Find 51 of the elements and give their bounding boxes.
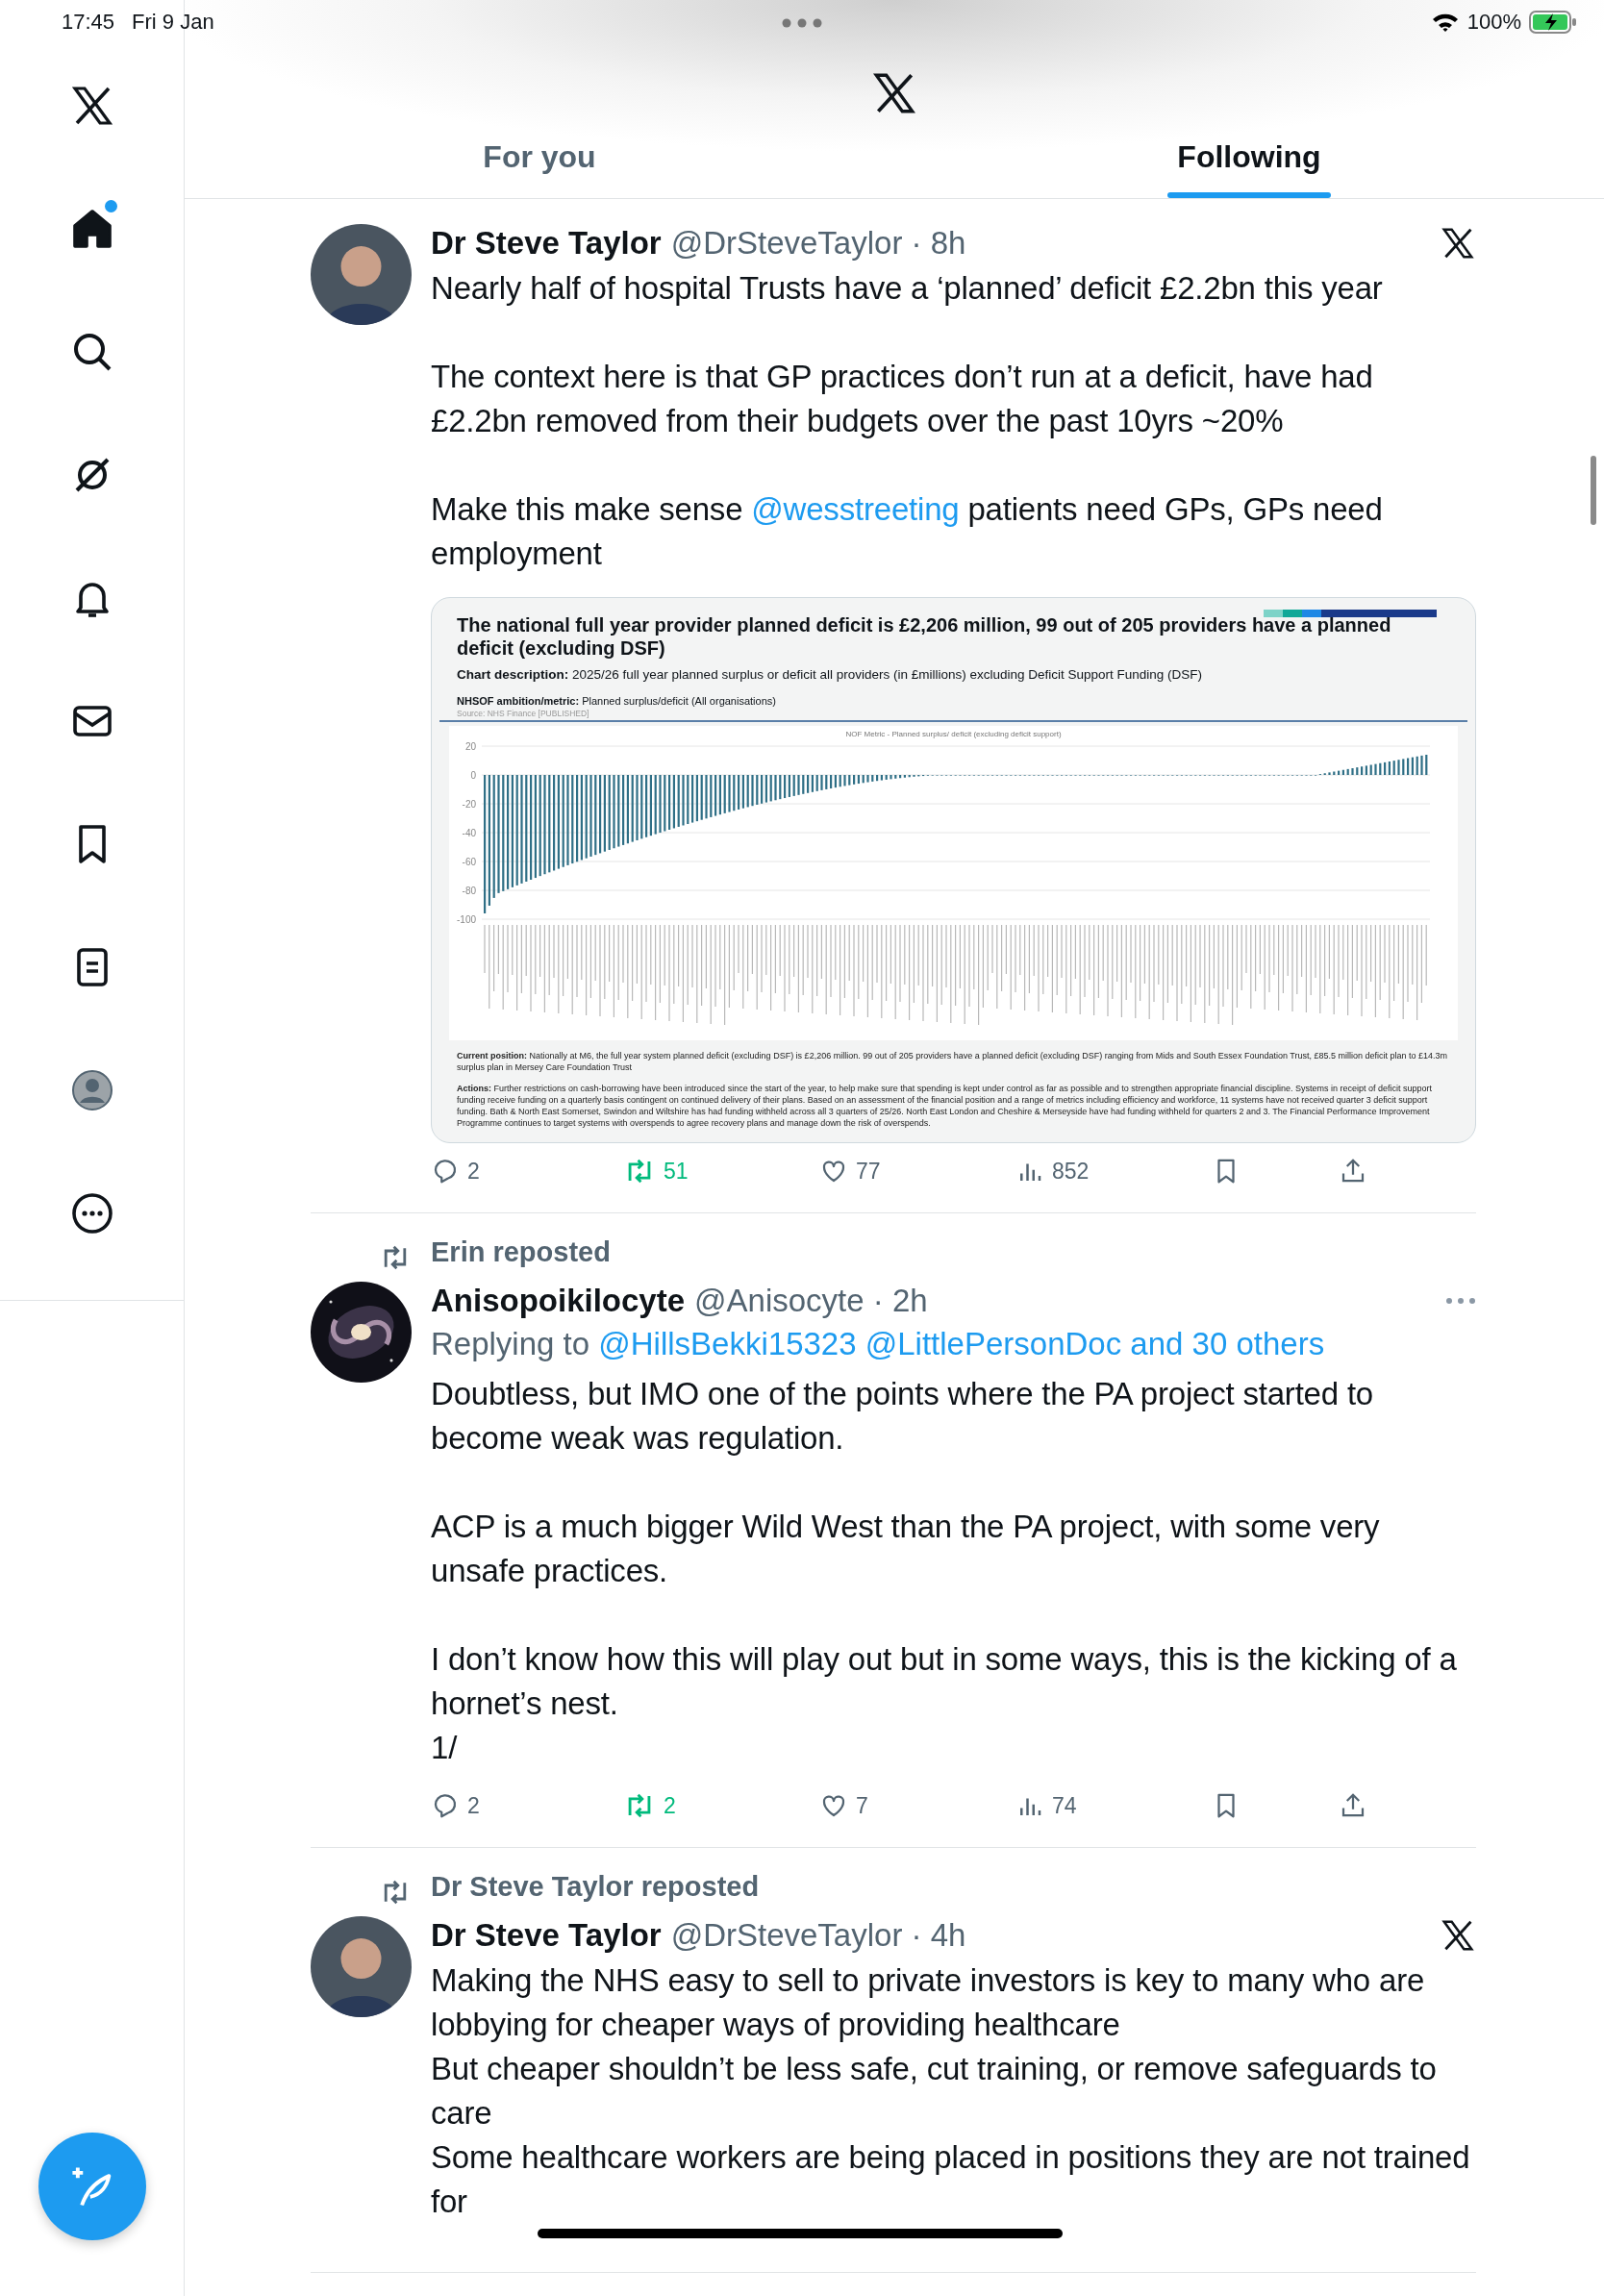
author-name[interactable]: Dr Steve Taylor <box>431 225 662 262</box>
chart-description: Chart description: 2025/26 full year planned surplus or deficit all providers (in £millions) excluding Deficit Support Funding (DSF) <box>457 667 1204 682</box>
axis-tick-label: -100 <box>457 914 476 925</box>
feed-tab[interactable]: Following <box>894 139 1604 198</box>
multitask-dots-icon[interactable] <box>781 17 823 29</box>
metric-text: NHSOF ambition/metric: Planned surplus/deficit (All organisations) <box>457 695 777 707</box>
repost-label[interactable]: Erin reposted <box>431 1236 1476 1278</box>
replying-label: Replying to <box>431 1326 590 1361</box>
axis-tick-label: -20 <box>462 799 476 810</box>
post-text: Make this make sense @wesstreeting patients need GPs, GPs need employment <box>431 490 1384 573</box>
reply-button[interactable]: 2 <box>431 1791 623 1820</box>
current-position-text: Current position: Nationally at M6, the full year system planned deficit (excluding DSF) is £2,206 million. 99 out of 205 providers have a planned deficit (excluding DSF) ranging from Mids and South Essex Foundation Trust, £85.5 million deficit plan to £14.3m surplus plan in Mersey Care Foundation Trust <box>457 1050 1448 1073</box>
reply-button[interactable]: 2 <box>431 1157 623 1185</box>
axis-tick-label: -80 <box>462 886 476 896</box>
battery-charging-icon <box>1529 10 1577 35</box>
date-text: Fri 9 Jan <box>132 10 214 35</box>
handle-and-time: @DrSteveTaylor · 4h <box>670 1917 966 1954</box>
scroll-indicator <box>1591 456 1596 525</box>
views-button[interactable]: 74 <box>1015 1791 1212 1820</box>
post-text: The context here is that GP practices don’t run at a deficit, have had £2.2bn removed from their budgets over the past 10yrs ~20% <box>431 358 1374 440</box>
axis-tick-label: -40 <box>462 828 476 838</box>
document-image[interactable] <box>431 597 1476 1143</box>
author-name[interactable]: Anisopoikilocyte <box>431 1283 686 1319</box>
like-button[interactable]: 7 <box>819 1791 1015 1820</box>
repost-label[interactable]: Dr Steve Taylor reposted <box>431 1871 1476 1912</box>
post-text: I don’t know how this will play out but in some ways, this is the kicking of a hornet’s nest. 1/ <box>431 1640 1458 1767</box>
handle-and-time: @DrSteveTaylor · 8h <box>670 225 966 262</box>
color-stripe-icon <box>1264 610 1437 617</box>
author-name[interactable]: Dr Steve Taylor <box>431 1917 662 1954</box>
more-icon[interactable] <box>1445 1296 1476 1306</box>
clock-time: 17:45 <box>62 10 115 35</box>
x-logo-icon[interactable] <box>1440 225 1476 262</box>
unread-dot <box>104 200 117 212</box>
actions-text: Actions: Further restrictions on cash-borrowing have been introduced since the start of the year, to help make sure that spending is kept under control as far as possible and to strengthen appropriate financial discipline. Systems in receipt of deficit support funding receive funding on a quarterly basis contingent on continued delivery of their plans. Based on an assessment of the financial position and a range of metrics including efficiency and workforce, 11 systems have not received quarter 3 deficit support funding. Bath & North East Somerset, Swindon and Wiltshire has had funding withheld across all 3 quarters of 25/26. North East London and Cheshire & Merseyside have had funding withheld for quarters 2 and 3. The Financial Performance Improvement Programme continues to target systems with overspends to agree recovery plans and manage down the risk of overspends. <box>457 1083 1434 1129</box>
x-logo-icon[interactable] <box>1440 1917 1476 1954</box>
source-text: Source: NHS Finance [PUBLISHED] <box>457 709 590 718</box>
compose-button[interactable] <box>38 2133 146 2240</box>
views-button[interactable]: 852 <box>1015 1157 1212 1185</box>
like-button[interactable]: 77 <box>819 1157 1015 1185</box>
handle-and-time: @Anisocyte · 2h <box>694 1283 928 1319</box>
axis-tick-label: 20 <box>464 741 476 752</box>
chart-title: NOF Metric - Planned surplus/ deficit (excluding deficit support) <box>844 730 1063 738</box>
post-text: Making the NHS easy to sell to private investors is key to many who are lobbying for cheaper ways of providing healthcare But cheaper shouldn’t be less safe, cut training, or remove safeguards to care Some healthcare workers are being placed in positions they are not trained for <box>431 1961 1471 2221</box>
post-text: ACP is a much bigger Wild West than the PA project, with some very unsafe practices. <box>431 1508 1381 1590</box>
axis-tick-label: 0 <box>470 770 476 781</box>
axis-tick-label: -60 <box>462 857 476 867</box>
document-title: The national full year provider planned deficit is £2,206 million, 99 out of 205 providers have a planned deficit (excluding DSF) <box>457 613 1392 660</box>
post-text: Nearly half of hospital Trusts have a ‘planned’ deficit £2.2bn this year <box>431 269 1384 308</box>
post-text: Doubtless, but IMO one of the points where the PA project started to become weak was regulation. <box>431 1375 1374 1458</box>
battery-percent: 100% <box>1466 10 1521 35</box>
feed-tab[interactable]: For you <box>185 139 894 198</box>
